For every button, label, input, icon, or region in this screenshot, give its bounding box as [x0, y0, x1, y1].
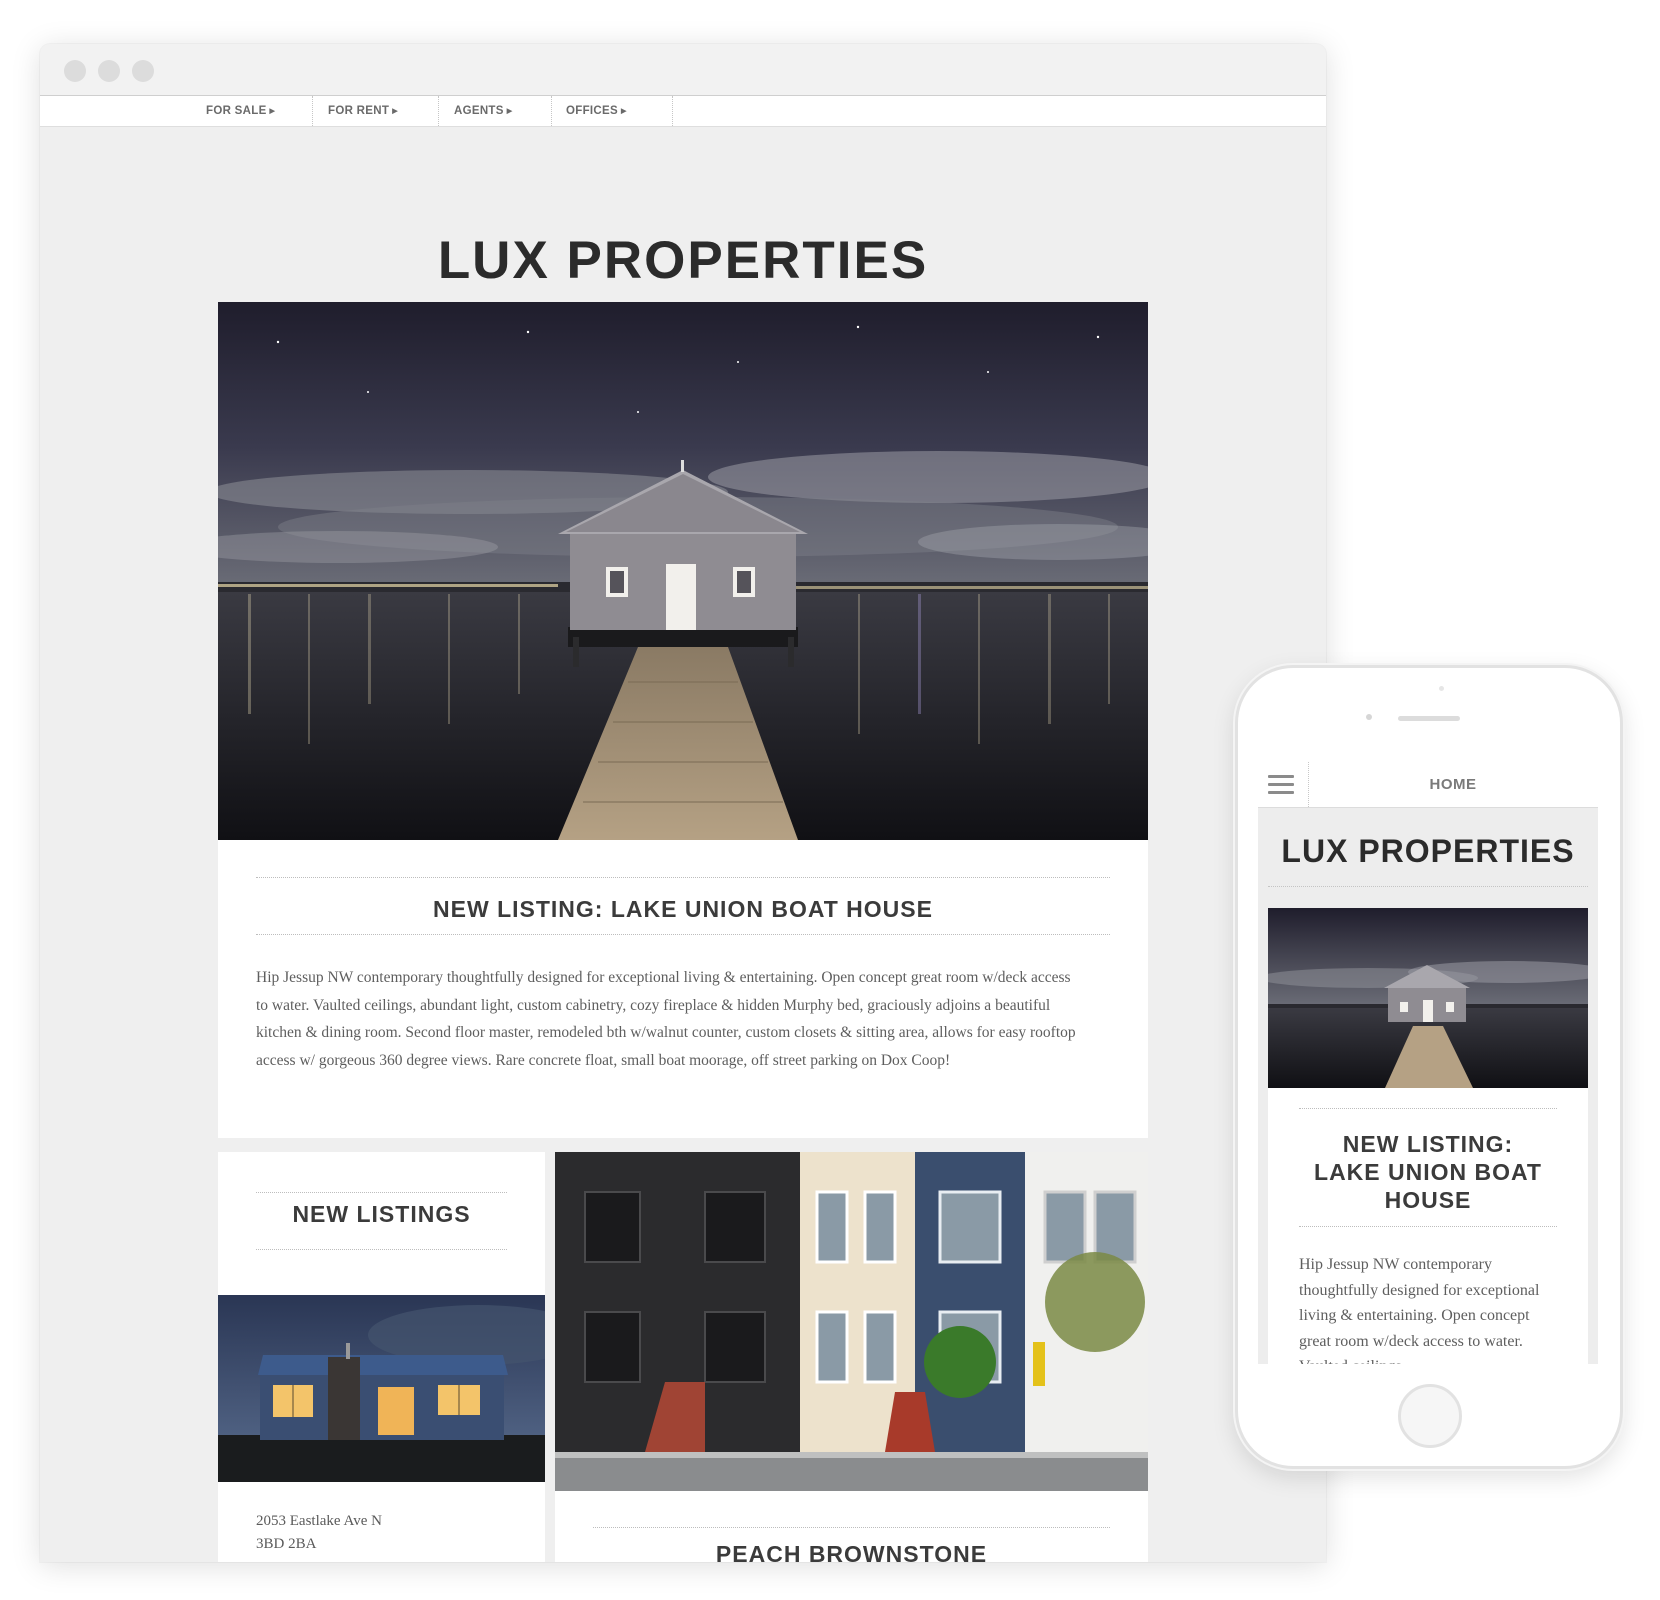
nav-divider	[438, 96, 439, 126]
nav-agents[interactable]: AGENTS ▶	[454, 96, 512, 126]
phone-speaker	[1398, 716, 1460, 721]
feature-rule-bottom	[256, 934, 1110, 935]
browser-chrome	[40, 44, 1326, 95]
mobile-site-title: LUX PROPERTIES	[1281, 833, 1575, 869]
mobile-listing-title-line: LAKE UNION BOAT	[1314, 1159, 1542, 1185]
window-zoom-dot[interactable]	[132, 60, 154, 82]
listings-rule-top	[256, 1192, 507, 1193]
hamburger-menu-icon[interactable]	[1268, 775, 1294, 795]
phone-sensor	[1366, 714, 1372, 720]
feature-title[interactable]: NEW LISTING: LAKE UNION BOAT HOUSE	[218, 896, 1148, 923]
nav-divider	[551, 96, 552, 126]
triangle-right-icon: ▶	[506, 108, 513, 115]
nav-for-sale[interactable]: FOR SALE ▶	[206, 96, 275, 126]
nav-label: OFFICES	[566, 105, 618, 117]
mobile-listing-card: NEW LISTING: LAKE UNION BOAT HOUSE Hip J…	[1268, 908, 1588, 1364]
mobile-listing-title-line: HOUSE	[1384, 1187, 1472, 1213]
nav-label: AGENTS	[454, 105, 504, 117]
phone-screen: HOME LUX PROPERTIES NEW LISTING: LAKE UN…	[1258, 762, 1598, 1364]
phone-home-button[interactable]	[1398, 1384, 1462, 1448]
feature-rule-top	[256, 877, 1110, 878]
phone-camera	[1439, 686, 1444, 691]
brownstone-photo[interactable]	[555, 1152, 1148, 1491]
triangle-right-icon: ▶	[392, 108, 398, 115]
nav-label: FOR SALE	[206, 105, 267, 117]
mobile-listing-description: Hip Jessup NW contemporary thoughtfully …	[1299, 1256, 1540, 1364]
brownstone-rule-top	[593, 1527, 1110, 1528]
mobile-listing-rule-top	[1299, 1108, 1557, 1109]
site-title: LUX PROPERTIES	[437, 231, 929, 290]
listing-beds-baths: 3BD 2BA	[256, 1536, 317, 1552]
mobile-listing-title[interactable]: NEW LISTING: LAKE UNION BOAT HOUSE	[1268, 1130, 1588, 1214]
triangle-right-icon: ▶	[620, 108, 627, 115]
new-listings-card: NEW LISTINGS 2053 Eastlake Ave N 3BD 2BA	[218, 1152, 545, 1562]
listing-address[interactable]: 2053 Eastlake Ave N	[256, 1513, 382, 1530]
feature-description: Hip Jessup NW contemporary thoughtfully …	[256, 969, 1076, 1069]
feature-listing-card: NEW LISTING: LAKE UNION BOAT HOUSE Hip J…	[218, 840, 1148, 1138]
brownstone-card: PEACH BROWNSTONE	[555, 1152, 1148, 1562]
nav-label: FOR RENT	[328, 105, 390, 117]
brownstone-title[interactable]: PEACH BROWNSTONE	[555, 1541, 1148, 1562]
nav-divider	[672, 96, 673, 126]
mobile-navbar: HOME	[1258, 762, 1598, 808]
cabin-photo[interactable]	[218, 1295, 545, 1482]
new-listings-title[interactable]: NEW LISTINGS	[218, 1201, 545, 1228]
hero-boathouse-photo[interactable]	[218, 302, 1148, 840]
nav-divider	[312, 96, 313, 126]
mobile-hero-photo[interactable]	[1268, 908, 1588, 1088]
window-close-dot[interactable]	[64, 60, 86, 82]
triangle-right-icon: ▶	[269, 108, 276, 115]
desktop-browser-window: FOR SALE ▶ FOR RENT ▶ AGENTS ▶ OFFICES ▶ LUX…	[40, 44, 1326, 1562]
mobile-nav-home[interactable]: HOME	[1308, 762, 1598, 807]
phone-mockup: HOME LUX PROPERTIES NEW LISTING: LAKE UN…	[1235, 665, 1623, 1469]
top-navigation: FOR SALE ▶ FOR RENT ▶ AGENTS ▶ OFFICES ▶	[40, 95, 1326, 127]
nav-for-rent[interactable]: FOR RENT ▶	[328, 96, 398, 126]
mobile-title-divider	[1268, 886, 1588, 887]
listings-rule-bottom	[256, 1249, 507, 1250]
mobile-listing-title-line: NEW LISTING:	[1342, 1131, 1514, 1157]
mobile-listing-rule-bottom	[1299, 1226, 1557, 1227]
window-minimize-dot[interactable]	[98, 60, 120, 82]
nav-offices[interactable]: OFFICES ▶	[566, 96, 627, 126]
